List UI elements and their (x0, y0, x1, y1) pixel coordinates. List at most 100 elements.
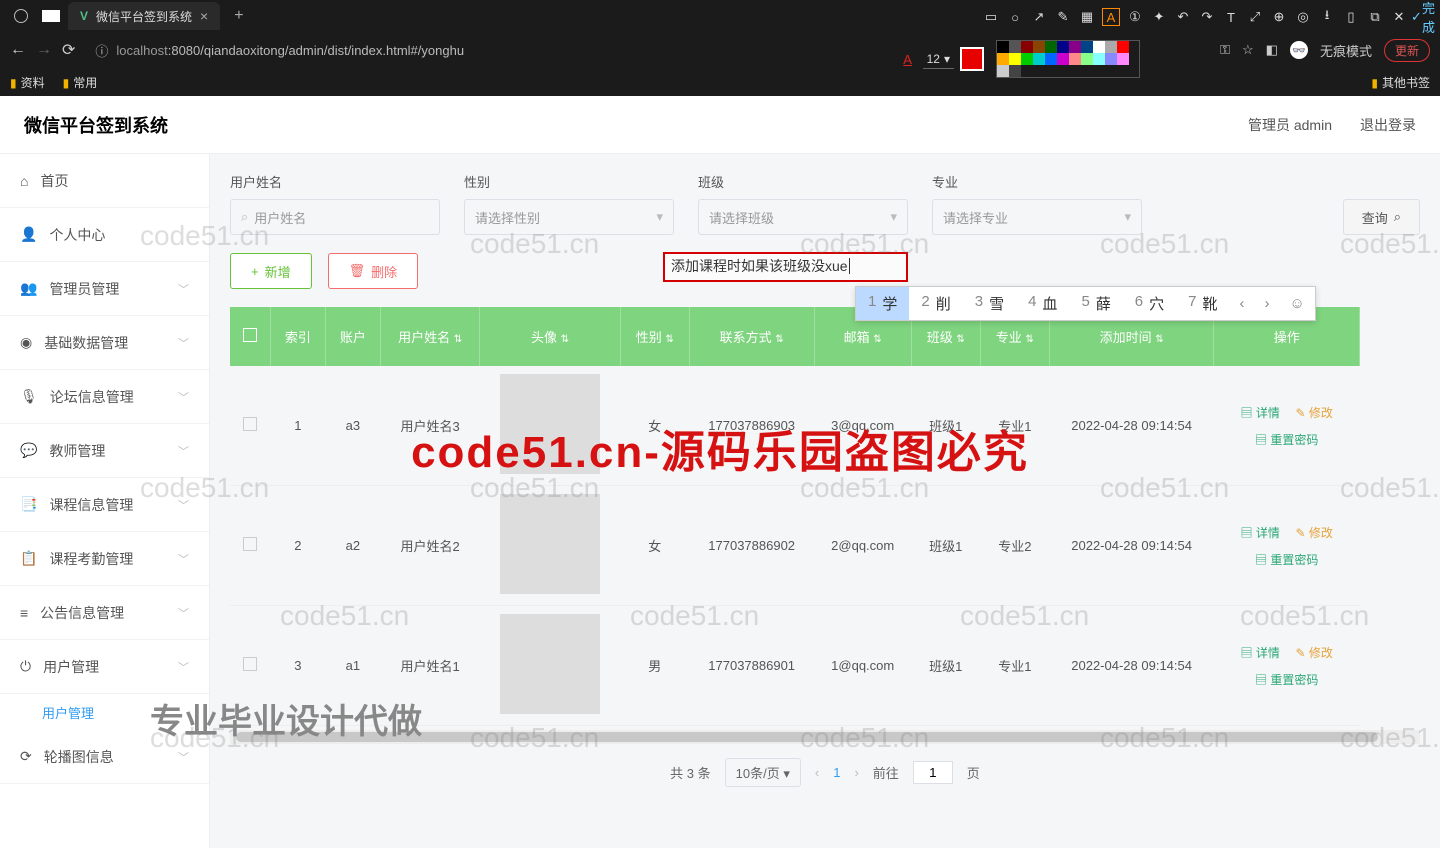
font-a-icon[interactable]: A (899, 50, 917, 68)
sidebar-item-8[interactable]: ≡公告信息管理﹀ (0, 586, 209, 640)
ime-candidate[interactable]: 1学 (856, 287, 909, 320)
bookmark-folder-a[interactable]: ▮资料 (10, 74, 45, 91)
cell-name: 用户姓名3 (380, 366, 479, 486)
sidebar-item-7[interactable]: 📋课程考勤管理﹀ (0, 532, 209, 586)
sidebar-item-6[interactable]: 📑课程信息管理﹀ (0, 478, 209, 532)
ime-candidate[interactable]: 4血 (1016, 287, 1069, 320)
row-checkbox[interactable] (243, 537, 257, 551)
sidebar-item-10[interactable]: ⟳轮播图信息﹀ (0, 730, 209, 784)
panel-icon[interactable]: ◧ (1266, 42, 1278, 58)
font-size-select[interactable]: 12▾ (923, 50, 954, 69)
pager-goto-label: 前往 (873, 763, 899, 782)
add-button[interactable]: +新增 (230, 253, 312, 289)
ime-candidate[interactable]: 5薛 (1069, 287, 1122, 320)
cell-email: 1@qq.com (814, 606, 911, 726)
color-palette[interactable] (996, 40, 1140, 78)
done-button[interactable]: ✓ 完成 (1414, 8, 1432, 26)
pager-prev[interactable]: ‹ (815, 765, 819, 780)
sidebar-item-3[interactable]: ◉基础数据管理﹀ (0, 316, 209, 370)
star-icon[interactable]: ☆ (1242, 42, 1254, 58)
query-button[interactable]: 查询⌕ (1343, 199, 1420, 235)
site-info-icon[interactable]: ⓘ (95, 41, 108, 60)
checkbox-all[interactable] (243, 328, 257, 342)
ime-smile-icon[interactable]: ☺ (1280, 289, 1315, 318)
ime-candidate[interactable]: 7靴 (1176, 287, 1229, 320)
download-icon[interactable]: ⭳ (1318, 8, 1336, 26)
reset-pwd-button[interactable]: ▤ 重置密码 (1249, 669, 1324, 690)
ime-candidate[interactable]: 3雪 (963, 287, 1016, 320)
tab-close-icon[interactable]: × (200, 8, 208, 24)
admin-label[interactable]: 管理员 admin (1248, 115, 1332, 135)
edit-button[interactable]: ✎ 修改 (1290, 402, 1339, 423)
redo-icon[interactable]: ↷ (1198, 8, 1216, 26)
browser-menu-icon[interactable] (14, 9, 28, 23)
ocr-icon[interactable]: T (1222, 8, 1240, 26)
row-checkbox[interactable] (243, 657, 257, 671)
sidebar-icon: 📋 (20, 550, 37, 567)
back-button[interactable]: ← (10, 41, 26, 59)
update-button[interactable]: 更新 (1384, 39, 1430, 62)
pager-pagesize-select[interactable]: 10条/页 ▾ (725, 758, 801, 787)
close-tool-icon[interactable]: ✕ (1390, 8, 1408, 26)
detail-button[interactable]: ▤ 详情 (1235, 642, 1286, 663)
reset-pwd-button[interactable]: ▤ 重置密码 (1249, 549, 1324, 570)
ime-prev[interactable]: ‹ (1230, 289, 1255, 318)
bookmark-folder-b[interactable]: ▮常用 (63, 74, 98, 91)
sidebar-item-9[interactable]: ⏻用户管理﹀ (0, 640, 209, 694)
rect-tool-icon[interactable]: ▭ (982, 8, 1000, 26)
forward-button[interactable]: → (36, 41, 52, 59)
pager-next[interactable]: › (854, 765, 858, 780)
filter-sex-select[interactable]: 请选择性别▾ (464, 199, 674, 235)
device-icon[interactable]: ▯ (1342, 8, 1360, 26)
locate-icon[interactable]: ◎ (1294, 8, 1312, 26)
new-tab-button[interactable]: + (234, 7, 243, 25)
current-color-swatch[interactable] (960, 47, 984, 71)
filter-name-input[interactable]: ⌕用户姓名 (230, 199, 440, 235)
sidebar-item-0[interactable]: ⌂首页 (0, 154, 209, 208)
cell-sex: 女 (620, 486, 689, 606)
detail-button[interactable]: ▤ 详情 (1235, 522, 1286, 543)
edit-button[interactable]: ✎ 修改 (1290, 642, 1339, 663)
reload-button[interactable]: ⟳ (62, 40, 75, 60)
browser-tab[interactable]: V 微信平台签到系统 × (68, 2, 220, 30)
ime-next[interactable]: › (1255, 289, 1280, 318)
annotation-textbox[interactable]: 添加课程时如果该班级没xue (663, 252, 908, 282)
circle-tool-icon[interactable]: ○ (1006, 8, 1024, 26)
table-header: 索引 (270, 307, 325, 366)
text-tool-icon[interactable]: A (1102, 8, 1120, 26)
key-icon[interactable]: ⚿ (1220, 42, 1230, 58)
sidebar-item-5[interactable]: 💬教师管理﹀ (0, 424, 209, 478)
sidebar-item-2[interactable]: 👥管理员管理﹀ (0, 262, 209, 316)
filter-major-select[interactable]: 请选择专业▾ (932, 199, 1142, 235)
expand-icon[interactable]: ⤢ (1246, 8, 1264, 26)
detail-button[interactable]: ▤ 详情 (1235, 402, 1286, 423)
line-tool-icon[interactable]: ↗ (1030, 8, 1048, 26)
sidebar-item-4[interactable]: 🎙论坛信息管理﹀ (0, 370, 209, 424)
pencil-tool-icon[interactable]: ✎ (1054, 8, 1072, 26)
edit-button[interactable]: ✎ 修改 (1290, 522, 1339, 543)
pager-goto-input[interactable] (913, 761, 953, 784)
number-tool-icon[interactable]: ① (1126, 8, 1144, 26)
cell-class: 班级1 (911, 486, 980, 606)
sidebar-item-1[interactable]: 👤个人中心 (0, 208, 209, 262)
horizontal-scrollbar[interactable] (230, 730, 1420, 744)
undo-icon[interactable]: ↶ (1174, 8, 1192, 26)
sidebar-subitem[interactable]: 用户管理 (0, 694, 209, 730)
sticker-tool-icon[interactable]: ✦ (1150, 8, 1168, 26)
sidebar-icon: 💬 (20, 442, 37, 459)
chevron-down-icon: ﹀ (178, 335, 189, 351)
bookmark-other[interactable]: ▮其他书签 (1371, 74, 1430, 91)
pager-current[interactable]: 1 (833, 765, 840, 780)
pin-icon[interactable]: ⊕ (1270, 8, 1288, 26)
cell-actions: ▤ 详情 ✎ 修改 ▤ 重置密码 (1214, 486, 1360, 606)
ime-candidate[interactable]: 6穴 (1123, 287, 1176, 320)
row-checkbox[interactable] (243, 417, 257, 431)
ime-candidate-bar[interactable]: 1学2削3雪4血5薛6穴7靴‹›☺ (855, 286, 1316, 321)
filter-class-select[interactable]: 请选择班级▾ (698, 199, 908, 235)
delete-button[interactable]: 🗑删除 (328, 253, 419, 289)
copy-icon[interactable]: ⧉ (1366, 8, 1384, 26)
mosaic-tool-icon[interactable]: ▦ (1078, 8, 1096, 26)
logout-link[interactable]: 退出登录 (1360, 115, 1416, 135)
reset-pwd-button[interactable]: ▤ 重置密码 (1249, 429, 1324, 450)
ime-candidate[interactable]: 2削 (909, 287, 962, 320)
